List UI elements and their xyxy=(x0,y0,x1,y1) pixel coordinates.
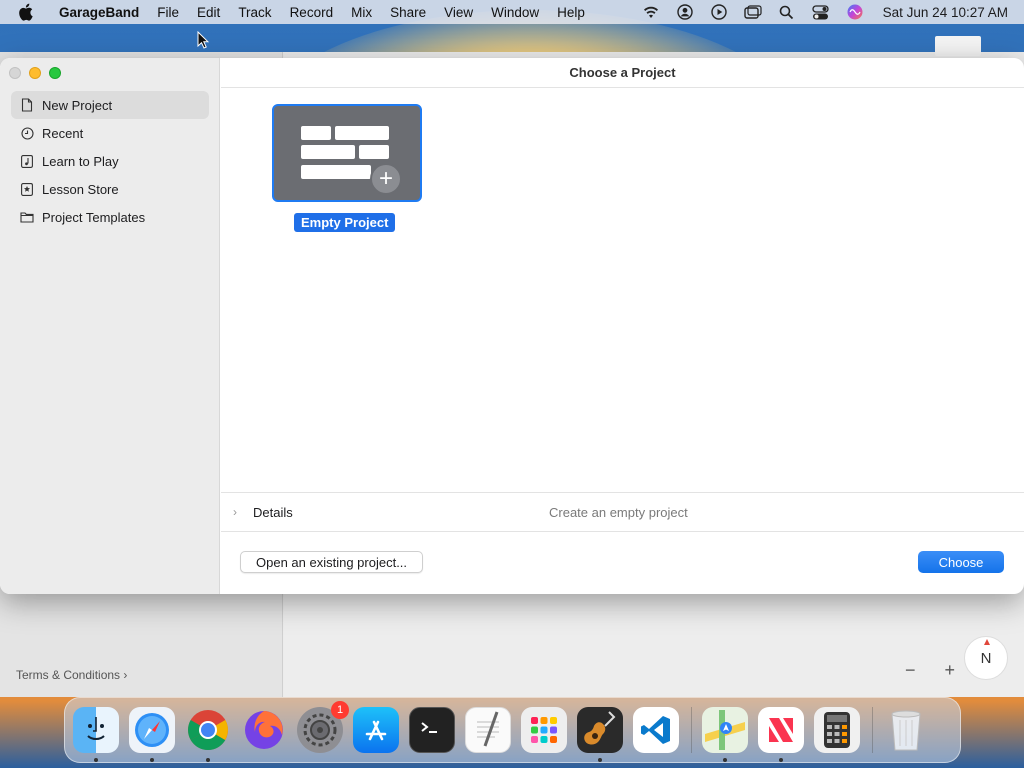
zoom-out-button[interactable]: − xyxy=(905,660,916,681)
compass-icon[interactable]: N xyxy=(964,636,1008,680)
dock-textedit-icon[interactable] xyxy=(465,707,511,753)
folder-icon xyxy=(20,210,34,224)
menu-view[interactable]: View xyxy=(435,5,482,20)
add-plus-icon: + xyxy=(370,163,402,195)
dock-launchpad-icon[interactable] xyxy=(521,707,567,753)
sidebar-item-label: Project Templates xyxy=(42,209,146,225)
choose-project-window: New Project Recent Learn to Play Lesson … xyxy=(0,58,1024,594)
menu-mix[interactable]: Mix xyxy=(342,5,381,20)
dock-app-store-icon[interactable] xyxy=(353,707,399,753)
dock-chrome-icon[interactable] xyxy=(185,707,231,762)
sidebar-item-recent[interactable]: Recent xyxy=(11,119,209,147)
star-icon xyxy=(20,182,34,196)
details-disclosure[interactable]: › Details Create an empty project xyxy=(221,492,1024,532)
menu-edit[interactable]: Edit xyxy=(188,5,229,20)
menu-record[interactable]: Record xyxy=(281,5,343,20)
dock-separator xyxy=(872,707,873,753)
menu-help[interactable]: Help xyxy=(548,5,594,20)
sidebar-item-new-project[interactable]: New Project xyxy=(11,91,209,119)
dock-calculator-icon[interactable] xyxy=(814,707,860,753)
dock-safari-icon[interactable] xyxy=(129,707,175,762)
wifi-icon[interactable] xyxy=(639,3,663,21)
project-description: Create an empty project xyxy=(549,504,688,520)
sidebar-item-label: New Project xyxy=(42,97,113,113)
mouse-cursor-icon xyxy=(197,31,209,49)
dock-news-icon[interactable] xyxy=(758,707,804,762)
menubar-clock[interactable]: Sat Jun 24 10:27 AM xyxy=(877,5,1014,20)
dock-finder-icon[interactable] xyxy=(73,707,119,762)
menu-share[interactable]: Share xyxy=(381,5,435,20)
play-circle-icon[interactable] xyxy=(707,3,731,21)
dock-trash-icon[interactable] xyxy=(883,707,929,753)
dock-separator xyxy=(691,707,692,753)
terms-and-conditions-link[interactable]: Terms & Conditions › xyxy=(16,668,127,682)
zoom-in-button[interactable]: + xyxy=(944,660,955,681)
user-account-icon[interactable] xyxy=(673,3,697,21)
choose-button[interactable]: Choose xyxy=(918,551,1004,573)
document-icon xyxy=(20,98,34,112)
project-content-area: Choose a Project + Empty Project › Detai… xyxy=(221,58,1024,594)
compass-label: N xyxy=(980,649,992,667)
project-sidebar: New Project Recent Learn to Play Lesson … xyxy=(0,58,220,594)
menu-bar: GarageBand File Edit Track Record Mix Sh… xyxy=(0,0,1024,24)
menu-track[interactable]: Track xyxy=(229,5,280,20)
empty-project-tile[interactable]: + xyxy=(272,104,422,202)
map-zoom-controls: − + xyxy=(905,658,955,682)
sidebar-item-project-templates[interactable]: Project Templates xyxy=(11,203,209,231)
window-title: Choose a Project xyxy=(221,58,1024,88)
dock-maps-icon[interactable] xyxy=(702,707,748,762)
apple-menu-icon[interactable] xyxy=(18,3,36,21)
dock-vscode-icon[interactable] xyxy=(633,707,679,753)
details-label: Details xyxy=(253,504,293,520)
close-window-button[interactable] xyxy=(9,67,21,79)
siri-icon[interactable] xyxy=(843,3,867,21)
open-existing-project-button[interactable]: Open an existing project... xyxy=(240,551,424,573)
dock: 1 xyxy=(64,697,961,763)
desktop-document-icon xyxy=(935,36,981,56)
sidebar-item-learn-to-play[interactable]: Learn to Play xyxy=(11,147,209,175)
dock-terminal-icon[interactable] xyxy=(409,707,455,753)
empty-project-label[interactable]: Empty Project xyxy=(294,213,396,232)
menu-file[interactable]: File xyxy=(148,5,188,20)
dock-garageband-icon[interactable] xyxy=(577,707,623,762)
screen-mirroring-icon[interactable] xyxy=(741,3,765,21)
control-center-icon[interactable] xyxy=(809,3,833,21)
chevron-right-icon[interactable]: › xyxy=(233,505,247,519)
sidebar-item-lesson-store[interactable]: Lesson Store xyxy=(11,175,209,203)
window-controls xyxy=(9,67,61,79)
sidebar-item-label: Recent xyxy=(42,125,84,141)
music-note-icon xyxy=(20,154,34,168)
spotlight-search-icon[interactable] xyxy=(775,3,799,21)
sidebar-item-label: Lesson Store xyxy=(42,181,119,197)
sidebar-item-label: Learn to Play xyxy=(42,153,119,169)
minimize-window-button[interactable] xyxy=(29,67,41,79)
zoom-window-button[interactable] xyxy=(49,67,61,79)
dock-firefox-icon[interactable] xyxy=(241,707,287,753)
dock-system-settings-icon[interactable]: 1 xyxy=(297,701,349,753)
notification-badge: 1 xyxy=(331,701,349,719)
menu-app-name[interactable]: GarageBand xyxy=(50,5,148,20)
menu-window[interactable]: Window xyxy=(482,5,548,20)
clock-icon xyxy=(20,126,34,140)
